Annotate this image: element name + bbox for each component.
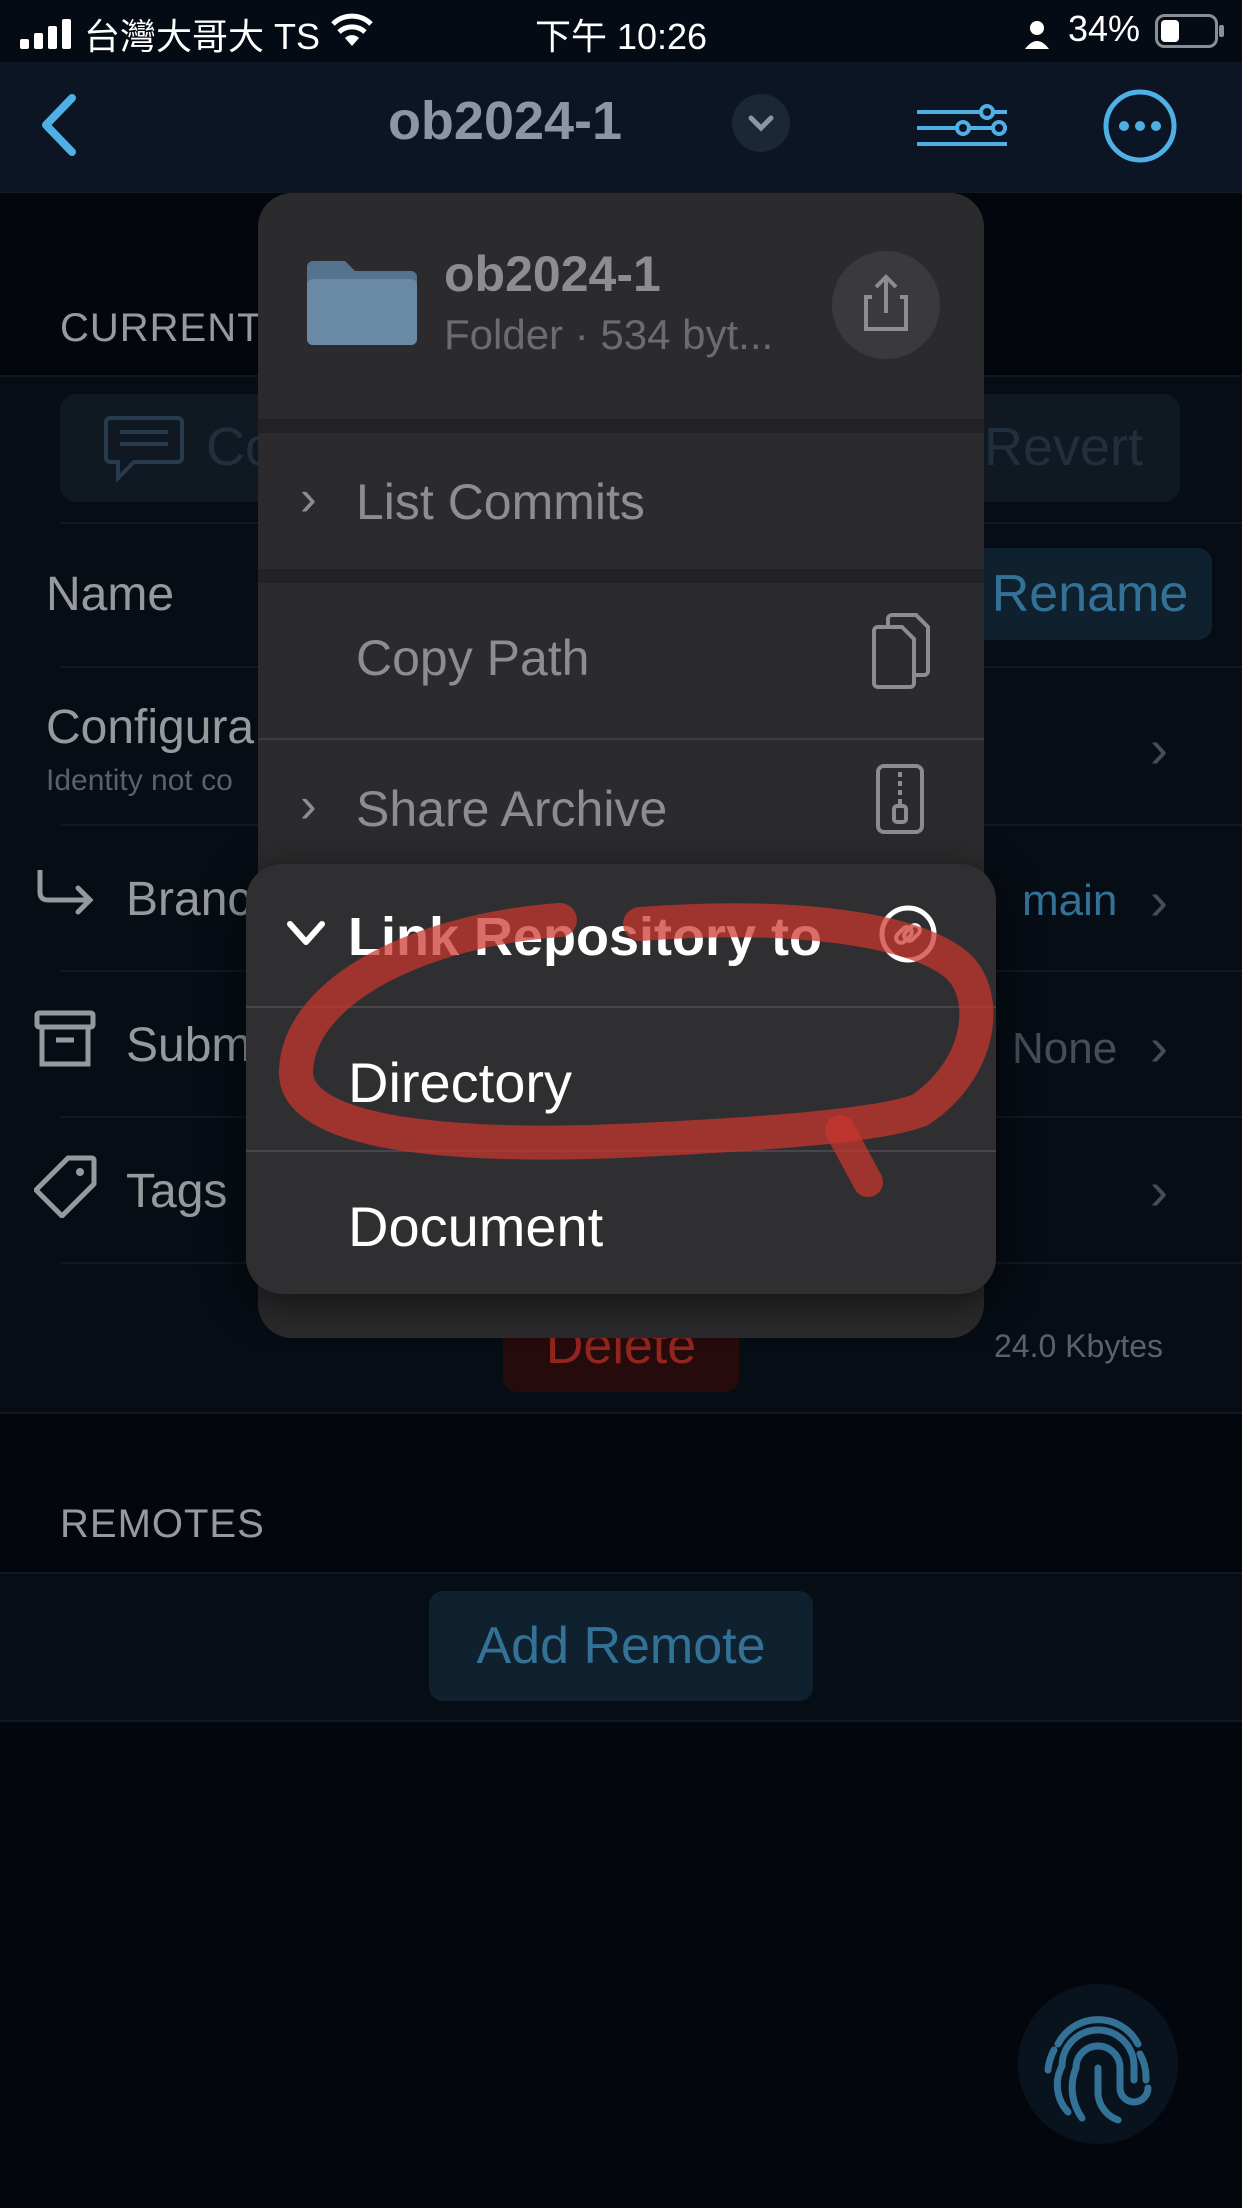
link-repository-submenu: Link Repository to Directory Document [246,864,996,1294]
chevron-right-icon: › [300,777,317,833]
submenu-item-directory[interactable]: Directory [246,1008,996,1148]
menu-item-share-archive[interactable]: › Share Archive [258,740,984,876]
share-archive-label: Share Archive [356,781,668,837]
submenu-item-document[interactable]: Document [246,1152,996,1294]
title-dropdown-icon[interactable] [732,94,790,152]
submenu-header[interactable]: Link Repository to [246,864,996,1006]
clock: 下午 10:26 [534,16,708,57]
zip-archive-icon [876,764,924,834]
menu-item-list-commits[interactable]: › List Commits [258,433,984,569]
branch-graph-icon[interactable] [915,98,1009,154]
list-commits-label: List Commits [356,474,645,530]
chevron-down-icon [284,916,328,952]
person-icon [1023,16,1051,49]
battery-icon [1155,14,1225,48]
battery-percent: 34% [1068,8,1141,49]
document-label: Document [348,1195,604,1258]
menu-header-gap [258,419,984,433]
directory-label: Directory [348,1051,573,1114]
menu-item-copy-path[interactable]: Copy Path [258,583,984,727]
share-icon[interactable] [832,251,940,359]
menu-group-gap [258,569,984,583]
link-icon [878,904,938,964]
navigation-bar: ob2024-1 [0,62,1242,193]
more-options-icon[interactable] [1102,88,1178,164]
repo-title-text: ob2024-1 [387,91,623,151]
status-bar: 台灣大哥大 TS 下午 10:26 34% [0,0,1242,62]
menu-folder-meta: Folder · 534 byt... [444,311,774,358]
menu-folder-name: ob2024-1 [444,246,661,302]
copy-document-icon [870,613,932,689]
submenu-title: Link Repository to [348,907,823,967]
chevron-right-icon: › [300,470,317,526]
folder-icon [303,257,421,347]
copy-path-label: Copy Path [356,630,590,686]
repo-title[interactable]: ob2024-1 [0,90,1010,152]
